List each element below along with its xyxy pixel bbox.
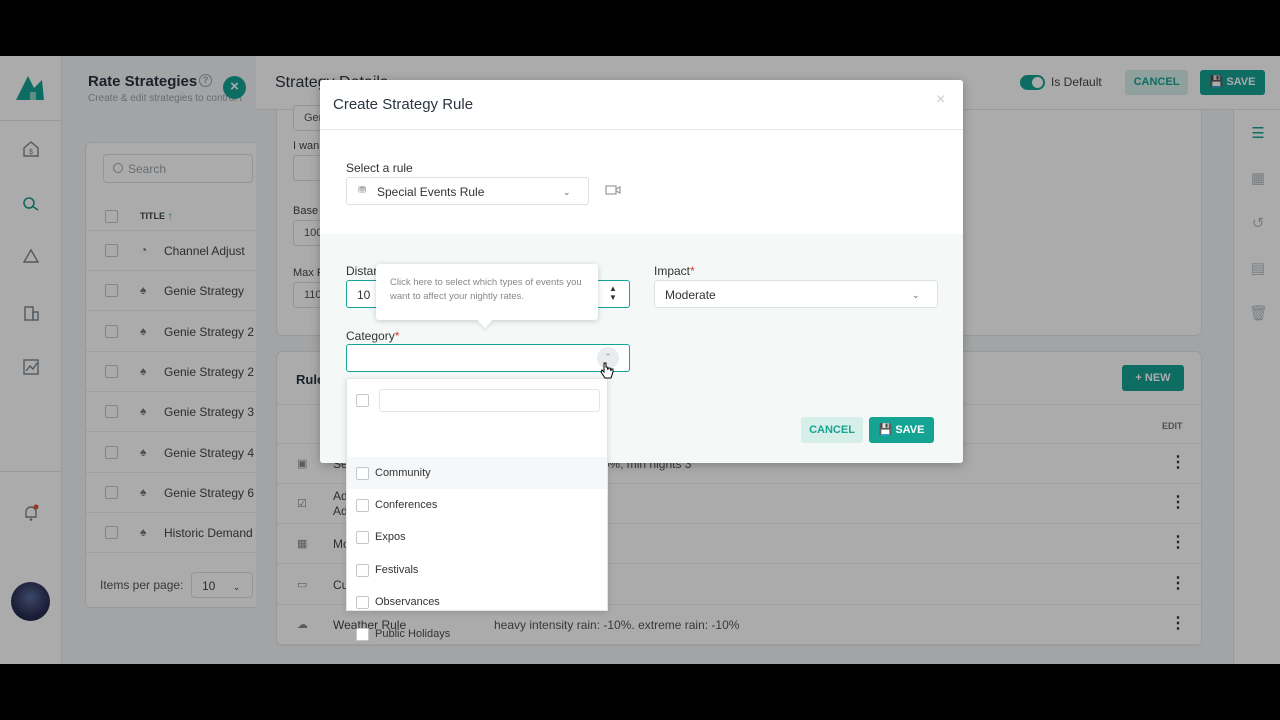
chevron-down-icon: ⌄	[912, 290, 920, 300]
category-option[interactable]: Conferences	[347, 489, 607, 521]
video-icon[interactable]	[605, 184, 621, 196]
category-option[interactable]: Expos	[347, 521, 607, 553]
category-option-label: Observances	[375, 595, 440, 608]
category-checkbox[interactable]	[356, 531, 369, 545]
impact-label: Impact*	[654, 264, 695, 278]
category-option-label: Conferences	[375, 499, 438, 512]
category-option[interactable]: Festivals	[347, 554, 607, 586]
impact-select[interactable]: Moderate ⌄	[654, 280, 938, 308]
impact-value: Moderate	[665, 288, 716, 302]
modal-cancel-button[interactable]: CANCEL	[801, 417, 863, 443]
hand-cursor-icon	[600, 362, 614, 379]
select-rule-label: Select a rule	[346, 161, 413, 175]
modal-divider	[320, 129, 963, 130]
category-label: Category*	[346, 329, 400, 343]
category-option-label: Festivals	[375, 563, 419, 576]
category-dropdown: Community Conferences Expos Festivals Observ…	[346, 378, 608, 641]
selected-rule-value: Special Events Rule	[377, 185, 485, 199]
rule-type-select[interactable]: ⛃ Special Events Rule ⌄	[346, 177, 589, 205]
events-icon: ⛃	[358, 185, 367, 196]
category-option[interactable]: Community	[347, 457, 607, 489]
category-tooltip: Click here to select which types of even…	[376, 264, 598, 320]
category-checkbox[interactable]	[356, 563, 369, 577]
category-option-label: Public Holidays	[375, 628, 451, 640]
chevron-down-icon: ⌄	[563, 187, 571, 197]
category-checkbox[interactable]	[356, 467, 369, 480]
category-option-label: Expos	[375, 531, 406, 544]
close-icon[interactable]: ×	[936, 91, 945, 109]
category-multiselect[interactable]: ⌃	[346, 344, 630, 372]
modal-save-button[interactable]: 💾 SAVE	[869, 417, 934, 443]
category-checkbox[interactable]	[356, 628, 369, 641]
select-all-categories-checkbox[interactable]	[356, 394, 369, 407]
app-window: $ Rate Strategies ? Create & edit strate…	[0, 56, 1280, 664]
number-stepper-icon[interactable]: ▲ ▼	[609, 284, 617, 302]
category-checkbox[interactable]	[356, 595, 369, 609]
distance-value: 10	[357, 288, 371, 302]
distance-label: Distar	[346, 264, 378, 278]
category-search-input[interactable]	[379, 389, 600, 412]
category-option[interactable]: Public Holidays	[347, 618, 607, 650]
category-option-label: Community	[375, 467, 431, 479]
category-option[interactable]: Observances	[347, 586, 607, 618]
modal-title: Create Strategy Rule	[333, 96, 474, 113]
category-checkbox[interactable]	[356, 499, 369, 513]
